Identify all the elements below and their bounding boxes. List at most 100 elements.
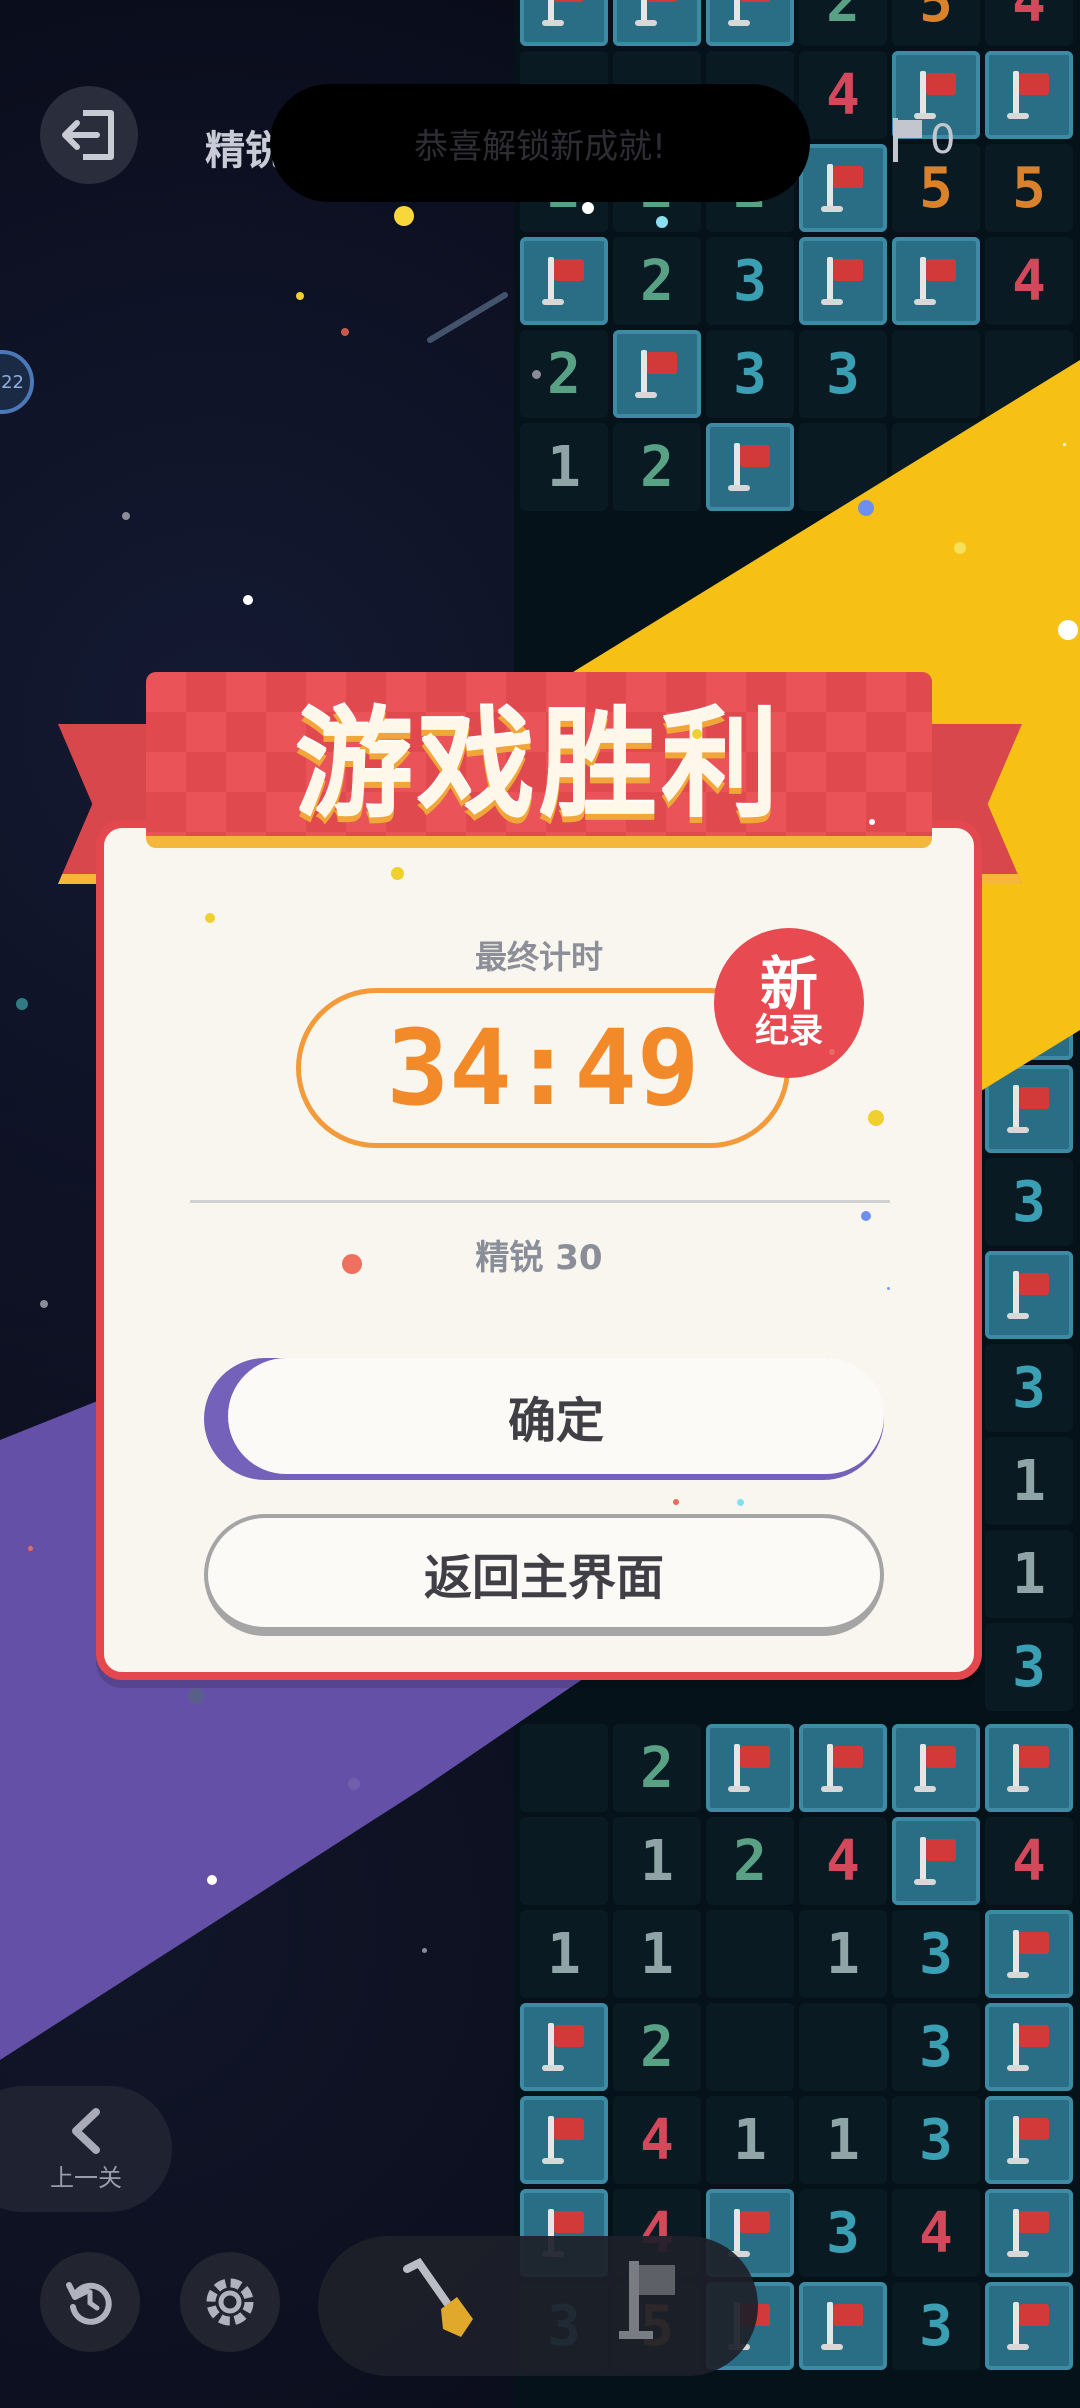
settings-button[interactable] bbox=[180, 2252, 280, 2352]
board-cell[interactable]: 2 bbox=[799, 0, 887, 46]
flagged-cell[interactable] bbox=[799, 2282, 887, 2370]
board-cell[interactable]: 1 bbox=[706, 2096, 794, 2184]
flagged-cell[interactable] bbox=[799, 144, 887, 232]
board-cell[interactable] bbox=[520, 1724, 608, 1812]
board-cell[interactable] bbox=[706, 2003, 794, 2091]
flagged-cell[interactable] bbox=[706, 423, 794, 511]
board-cell[interactable]: 2 bbox=[613, 1724, 701, 1812]
board-cell[interactable] bbox=[985, 423, 1073, 511]
board-cell[interactable]: 3 bbox=[892, 2282, 980, 2370]
flagged-cell[interactable] bbox=[985, 1910, 1073, 1998]
board-cell[interactable]: 4 bbox=[892, 2189, 980, 2277]
board-cell[interactable] bbox=[892, 330, 980, 418]
board-cell[interactable]: 1 bbox=[520, 423, 608, 511]
confetti-dot bbox=[27, 1545, 33, 1551]
flagged-cell[interactable] bbox=[706, 1724, 794, 1812]
dig-tool-button[interactable] bbox=[390, 2250, 490, 2350]
confetti-dot bbox=[40, 1300, 48, 1308]
board-cell[interactable] bbox=[985, 330, 1073, 418]
flagged-cell[interactable] bbox=[892, 1817, 980, 1905]
board-cell[interactable]: 3 bbox=[892, 2096, 980, 2184]
confetti-dot bbox=[829, 1049, 835, 1055]
flagged-cell[interactable] bbox=[892, 1724, 980, 1812]
board-cell[interactable]: 5 bbox=[985, 144, 1073, 232]
board-cell[interactable]: 4 bbox=[613, 2096, 701, 2184]
flagged-cell[interactable] bbox=[520, 2003, 608, 2091]
confirm-button-label: 确定 bbox=[228, 1358, 884, 1474]
flagged-cell[interactable] bbox=[520, 2096, 608, 2184]
cell-flag-icon bbox=[1007, 1269, 1051, 1321]
board-cell[interactable]: 1 bbox=[799, 1910, 887, 1998]
board-cell[interactable]: 1 bbox=[613, 1817, 701, 1905]
victory-dialog: 最终计时 34:49 新 纪录 精锐 30 确定 返回主界面 bbox=[96, 820, 982, 1680]
flagged-cell[interactable] bbox=[985, 2003, 1073, 2091]
board-cell[interactable] bbox=[799, 423, 887, 511]
flagged-cell[interactable] bbox=[985, 2096, 1073, 2184]
flagged-cell[interactable] bbox=[520, 0, 608, 46]
flagged-cell[interactable] bbox=[985, 2189, 1073, 2277]
exit-button[interactable] bbox=[40, 86, 138, 184]
divider bbox=[190, 1200, 890, 1203]
flagged-cell[interactable] bbox=[985, 2282, 1073, 2370]
level-badge-text: 22 bbox=[1, 371, 24, 393]
restart-button[interactable] bbox=[40, 2252, 140, 2352]
flagged-cell[interactable] bbox=[985, 972, 1073, 1060]
board-cell[interactable]: 1 bbox=[799, 2096, 887, 2184]
board-cell[interactable]: 4 bbox=[799, 1817, 887, 1905]
cell-flag-icon bbox=[1007, 2114, 1051, 2166]
flagged-cell[interactable] bbox=[706, 0, 794, 46]
board-cell[interactable]: 3 bbox=[985, 1158, 1073, 1246]
flagged-cell[interactable] bbox=[985, 1724, 1073, 1812]
board-cell[interactable]: 1 bbox=[985, 1530, 1073, 1618]
previous-level-button[interactable]: 上一关 bbox=[0, 2086, 172, 2212]
board-cell[interactable] bbox=[520, 1817, 608, 1905]
flagged-cell[interactable] bbox=[799, 1724, 887, 1812]
confirm-button[interactable]: 确定 bbox=[204, 1358, 884, 1480]
board-cell[interactable] bbox=[799, 2003, 887, 2091]
board-cell[interactable]: 3 bbox=[985, 1623, 1073, 1711]
confetti-dot bbox=[394, 206, 414, 226]
confetti-dot bbox=[243, 595, 253, 605]
board-cell[interactable]: 5 bbox=[892, 0, 980, 46]
flagged-cell[interactable] bbox=[613, 330, 701, 418]
board-cell[interactable]: 3 bbox=[799, 2189, 887, 2277]
home-button[interactable]: 返回主界面 bbox=[204, 1514, 884, 1636]
flagged-cell[interactable] bbox=[985, 51, 1073, 139]
confetti-dot bbox=[16, 998, 28, 1010]
board-cell[interactable]: 3 bbox=[706, 237, 794, 325]
flagged-cell[interactable] bbox=[985, 1065, 1073, 1153]
board-cell[interactable]: 2 bbox=[613, 237, 701, 325]
board-cell[interactable]: 2 bbox=[613, 2003, 701, 2091]
flagged-cell[interactable] bbox=[520, 237, 608, 325]
board-cell[interactable]: 2 bbox=[613, 423, 701, 511]
board-cell[interactable]: 3 bbox=[892, 2003, 980, 2091]
board-cell[interactable]: 1 bbox=[985, 1437, 1073, 1525]
cell-flag-icon bbox=[635, 0, 679, 28]
flagged-cell[interactable] bbox=[892, 237, 980, 325]
flagged-cell[interactable] bbox=[985, 1251, 1073, 1339]
flag-tool-button[interactable] bbox=[600, 2250, 700, 2350]
flagged-cell[interactable] bbox=[799, 237, 887, 325]
cell-flag-icon bbox=[1007, 2021, 1051, 2073]
board-cell[interactable] bbox=[706, 1910, 794, 1998]
confetti-dot bbox=[692, 729, 702, 739]
board-cell[interactable] bbox=[892, 423, 980, 511]
board-cell[interactable]: 3 bbox=[985, 1344, 1073, 1432]
cell-flag-icon bbox=[914, 1835, 958, 1887]
cell-flag-icon bbox=[1007, 1742, 1051, 1794]
confetti-dot bbox=[869, 819, 875, 825]
confetti-dot bbox=[421, 1947, 427, 1953]
board-cell[interactable]: 4 bbox=[985, 1817, 1073, 1905]
board-cell[interactable]: 3 bbox=[892, 1910, 980, 1998]
board-cell[interactable]: 4 bbox=[985, 0, 1073, 46]
board-cell[interactable]: 4 bbox=[985, 237, 1073, 325]
board-cell[interactable]: 1 bbox=[520, 1910, 608, 1998]
confetti-dot bbox=[122, 512, 130, 520]
board-cell[interactable]: 1 bbox=[613, 1910, 701, 1998]
new-record-big: 新 bbox=[759, 950, 818, 1019]
board-cell[interactable]: 3 bbox=[799, 330, 887, 418]
board-cell[interactable]: 3 bbox=[706, 330, 794, 418]
flagged-cell[interactable] bbox=[613, 0, 701, 46]
board-cell[interactable]: 4 bbox=[799, 51, 887, 139]
board-cell[interactable]: 2 bbox=[706, 1817, 794, 1905]
